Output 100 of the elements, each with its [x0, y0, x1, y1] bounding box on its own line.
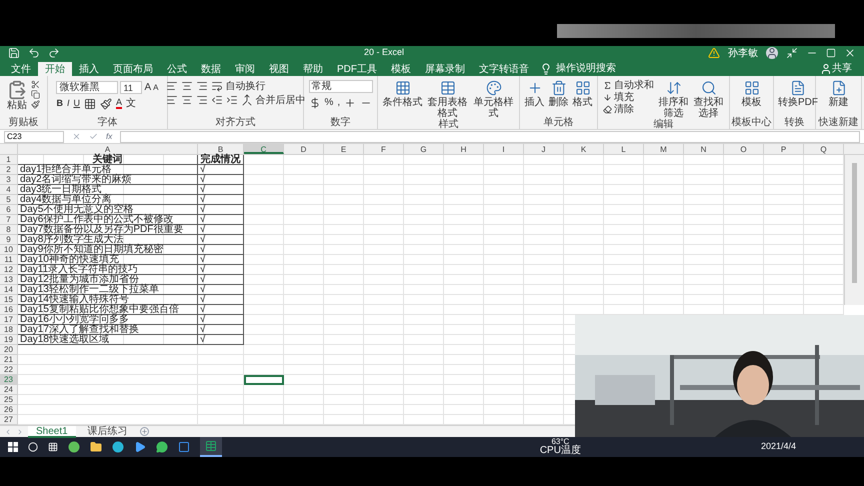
ribbon-tab[interactable]: 开始: [38, 62, 72, 76]
sheet-tab[interactable]: Sheet1: [28, 426, 76, 438]
row-header[interactable]: 16: [0, 305, 18, 315]
sensor-label: CPU温度: [540, 446, 581, 456]
grow-font-button[interactable]: A: [144, 80, 152, 95]
row-header[interactable]: 7: [0, 215, 18, 225]
ribbon-tab[interactable]: PDF工具: [330, 62, 384, 76]
row-header[interactable]: 3: [0, 175, 18, 185]
ribbon-button[interactable]: 模板: [742, 80, 762, 108]
column-header[interactable]: A: [18, 144, 198, 154]
column-header[interactable]: H: [444, 144, 484, 154]
italic-button[interactable]: I: [66, 97, 70, 110]
ribbon-button[interactable]: 查找和选择: [693, 80, 724, 119]
row-header[interactable]: 20: [0, 345, 18, 355]
column-header[interactable]: J: [524, 144, 564, 154]
tell-me-search[interactable]: 操作说明搜索: [556, 63, 616, 74]
row-header[interactable]: 2: [0, 165, 18, 175]
column-header[interactable]: D: [284, 144, 324, 154]
ribbon-button[interactable]: 单元格样式: [472, 80, 514, 119]
column-header[interactable]: P: [764, 144, 804, 154]
insert-function-button[interactable]: fx: [106, 130, 112, 142]
column-header[interactable]: Q: [804, 144, 844, 154]
temperature-reading: 63°C: [551, 438, 570, 446]
ribbon-tab[interactable]: 页面布局: [106, 62, 160, 76]
editing-button[interactable]: 自动求和: [603, 80, 654, 91]
sheet-tab[interactable]: 课后练习: [80, 426, 136, 438]
editing-button[interactable]: 清除: [603, 104, 654, 115]
row-header[interactable]: 19: [0, 335, 18, 345]
ribbon-button[interactable]: 转换PDF: [778, 80, 818, 108]
column-header[interactable]: C: [244, 144, 284, 154]
comma-button[interactable]: ,: [337, 95, 340, 110]
row-header[interactable]: 11: [0, 255, 18, 265]
row-header[interactable]: 25: [0, 395, 18, 405]
ribbon-tab[interactable]: 屏幕录制: [418, 62, 472, 76]
ribbon-button[interactable]: 格式: [572, 80, 592, 108]
column-header[interactable]: L: [604, 144, 644, 154]
row-header[interactable]: 22: [0, 365, 18, 375]
row-header[interactable]: 8: [0, 225, 18, 235]
ribbon-button[interactable]: 插入: [524, 80, 544, 108]
row-header[interactable]: 12: [0, 265, 18, 275]
row-header[interactable]: 5: [0, 195, 18, 205]
column-header[interactable]: N: [684, 144, 724, 154]
ribbon-tab[interactable]: 插入: [72, 62, 106, 76]
ribbon-tab[interactable]: 文字转语音: [472, 62, 536, 76]
ribbon-button[interactable]: 套用表格格式: [426, 80, 468, 119]
ribbon-tab[interactable]: 公式: [160, 62, 194, 76]
table-cell: √: [198, 305, 244, 315]
column-header[interactable]: E: [324, 144, 364, 154]
column-header[interactable]: I: [484, 144, 524, 154]
table-cell: day2名词缩写带来的麻烦: [18, 175, 198, 185]
column-header[interactable]: F: [364, 144, 404, 154]
table-cell: √: [198, 295, 244, 305]
ribbon-tab[interactable]: 模板: [384, 62, 418, 76]
user-name: 孙李敏: [728, 48, 758, 58]
table-cell: Day14快速输入特殊符号: [18, 295, 198, 305]
row-header[interactable]: 9: [0, 235, 18, 245]
phonetic-button[interactable]: 文: [126, 98, 136, 110]
table-cell: √: [198, 165, 244, 175]
row-header[interactable]: 10: [0, 245, 18, 255]
number-format-field[interactable]: 常规: [308, 80, 372, 93]
underline-button[interactable]: U: [74, 97, 80, 110]
column-header[interactable]: G: [404, 144, 444, 154]
ribbon-button[interactable]: 排序和筛选: [658, 80, 689, 119]
row-header[interactable]: 24: [0, 385, 18, 395]
ribbon-button[interactable]: 条件格式: [382, 80, 422, 108]
ribbon-tab[interactable]: 帮助: [296, 62, 330, 76]
font-name-field[interactable]: 微软雅黑: [56, 81, 118, 94]
ribbon-tab[interactable]: 审阅: [228, 62, 262, 76]
row-header[interactable]: 13: [0, 275, 18, 285]
table-cell: day3统一日期格式: [18, 185, 198, 195]
row-header[interactable]: 21: [0, 355, 18, 365]
row-header[interactable]: 27: [0, 415, 18, 425]
share-button[interactable]: 共享: [832, 63, 852, 74]
column-header[interactable]: M: [644, 144, 684, 154]
ribbon-tab[interactable]: 数据: [194, 62, 228, 76]
column-header[interactable]: K: [564, 144, 604, 154]
bold-button[interactable]: B: [56, 97, 63, 110]
ribbon-tab[interactable]: 视图: [262, 62, 296, 76]
column-header[interactable]: O: [724, 144, 764, 154]
font-color-button[interactable]: A: [116, 98, 122, 110]
shrink-font-button[interactable]: A: [153, 82, 158, 94]
merge-center-button[interactable]: 合并后居中: [256, 94, 306, 106]
row-header[interactable]: 17: [0, 315, 18, 325]
row-header[interactable]: 4: [0, 185, 18, 195]
ribbon-button[interactable]: 新建: [828, 80, 848, 108]
ribbon-button[interactable]: 删除: [548, 80, 568, 108]
ribbon-tab[interactable]: 文件: [4, 62, 38, 76]
percent-button[interactable]: %: [324, 95, 334, 110]
row-header[interactable]: 18: [0, 325, 18, 335]
row-header[interactable]: 15: [0, 295, 18, 305]
row-header[interactable]: 6: [0, 205, 18, 215]
row-header[interactable]: 14: [0, 285, 18, 295]
row-header[interactable]: 26: [0, 405, 18, 415]
editing-button[interactable]: 填充: [603, 92, 654, 103]
font-size-field[interactable]: 11: [120, 81, 142, 94]
name-box[interactable]: C23: [4, 130, 64, 142]
row-header[interactable]: 1: [0, 155, 18, 165]
wrap-text-button[interactable]: 自动换行: [226, 80, 266, 92]
row-header[interactable]: 23: [0, 375, 18, 385]
paste-button[interactable]: 粘贴: [7, 80, 27, 111]
